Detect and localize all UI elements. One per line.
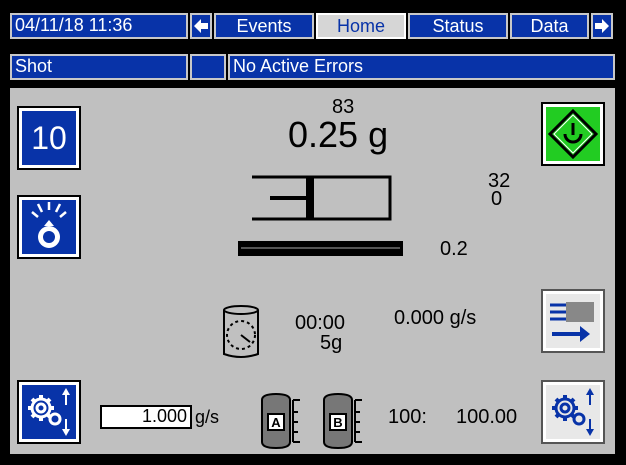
tank-a-label: A	[271, 415, 281, 430]
flow-settings-button[interactable]	[17, 380, 81, 444]
tab-data[interactable]: Data	[510, 13, 589, 39]
piston-diagram	[252, 175, 392, 221]
gears-icon	[552, 388, 594, 436]
dispense-icon	[31, 202, 67, 248]
progress-bar	[238, 241, 403, 256]
weight-value: 5g	[320, 332, 343, 354]
timer-icon	[223, 305, 259, 358]
shot-number: 10	[31, 120, 67, 156]
prev-screen-button[interactable]	[190, 13, 212, 39]
gears-icon	[28, 388, 70, 436]
start-button[interactable]	[541, 102, 605, 166]
start-icon	[547, 108, 599, 160]
tank-b-label: B	[333, 415, 342, 430]
tank-a-icon: A	[261, 392, 300, 450]
status-indicator	[190, 54, 226, 80]
shot-number-button[interactable]: 10	[17, 106, 81, 170]
right-bottom-value: 0	[491, 188, 503, 210]
progress-bar-highlight	[241, 247, 400, 249]
tab-events[interactable]: Events	[214, 13, 314, 39]
error-status: No Active Errors	[228, 54, 615, 80]
ratio-right: 100.00	[456, 406, 518, 428]
tab-home[interactable]: Home	[316, 13, 406, 39]
tab-status[interactable]: Status	[408, 13, 508, 39]
datetime-display: 04/11/18 11:36	[10, 13, 188, 39]
shot-size-display: 0.25 g	[288, 114, 389, 155]
flow-readout: 0.000 g/s	[394, 307, 477, 329]
arrow-left-icon	[194, 19, 208, 33]
main-panel: 10 83 0.25 g 32 0 0.2 00:00 5g 0.000 g/s…	[10, 88, 615, 454]
purge-icon	[550, 302, 594, 342]
tank-b-icon: B	[323, 392, 362, 450]
arrow-right-icon	[595, 19, 609, 33]
purge-button[interactable]	[541, 289, 605, 353]
flow-unit: g/s	[195, 407, 220, 427]
bar-value: 0.2	[440, 238, 468, 260]
ratio-left: 100:	[388, 406, 427, 428]
dispense-button[interactable]	[17, 195, 81, 259]
flow-rate-input[interactable]: 1.000	[100, 405, 192, 429]
ratio-settings-button[interactable]	[541, 380, 605, 444]
mode-display: Shot	[10, 54, 188, 80]
next-screen-button[interactable]	[591, 13, 613, 39]
